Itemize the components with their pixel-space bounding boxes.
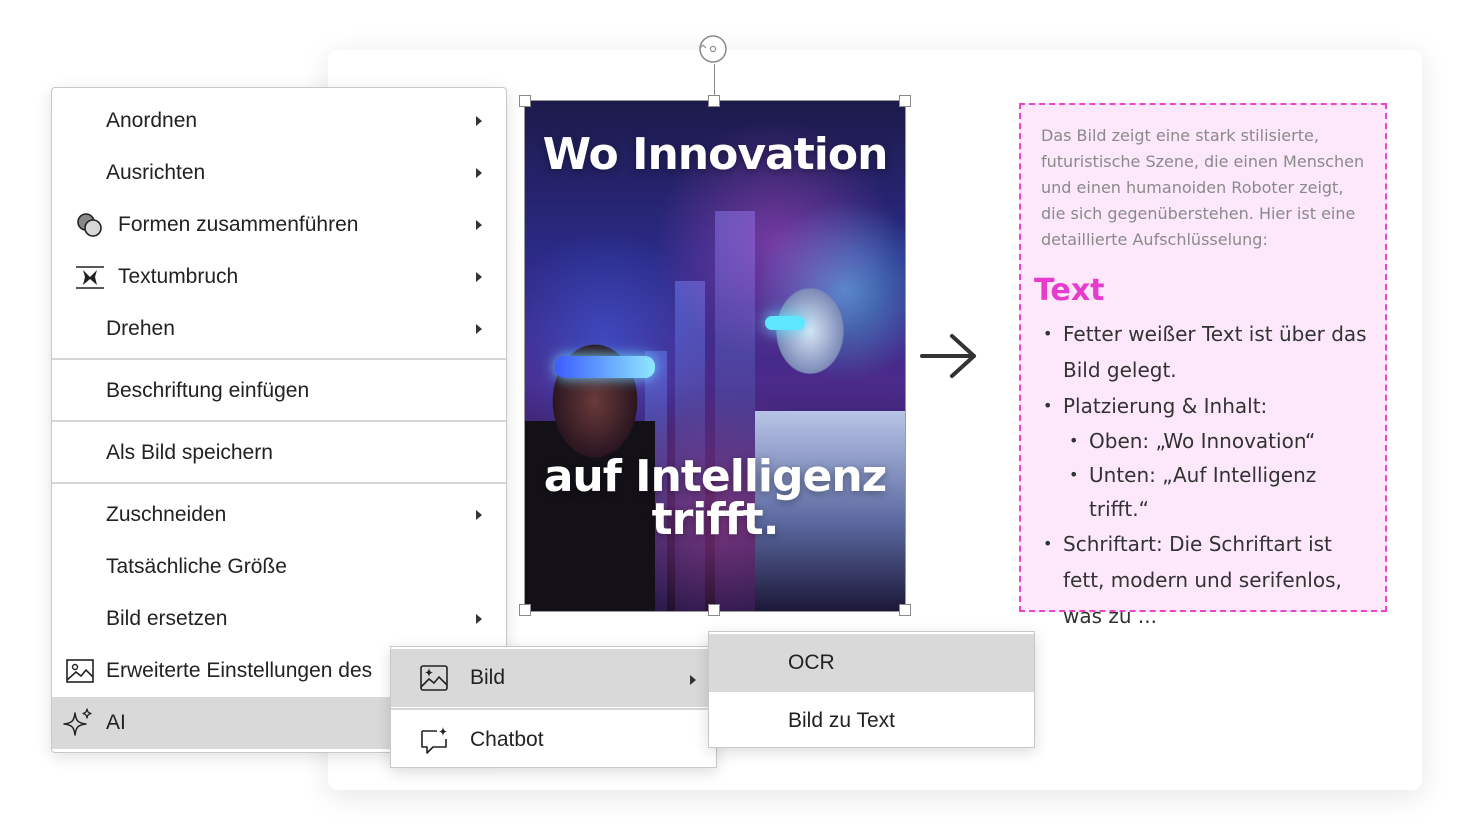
robot-eye	[765, 316, 805, 330]
submenu-item-ocr[interactable]: OCR	[709, 634, 1034, 692]
menu-item-anordnen[interactable]: Anordnen	[52, 95, 506, 147]
menu-item-label: Anordnen	[106, 109, 198, 132]
selected-image[interactable]: Wo Innovation auf Intelligenz trifft.	[524, 100, 906, 612]
menu-item-label: Ausrichten	[106, 161, 206, 184]
bild-submenu: OCR Bild zu Text	[708, 631, 1035, 748]
ai-result-panel: Das Bild zeigt eine stark stilisierte, f…	[1019, 103, 1387, 628]
menu-item-ausrichten[interactable]: Ausrichten	[52, 147, 506, 199]
ai-submenu: Bild Chatbot	[390, 646, 717, 768]
chevron-right-icon	[476, 614, 482, 624]
chevron-right-icon	[476, 324, 482, 334]
menu-item-label: Tatsächliche Größe	[106, 555, 287, 578]
submenu-item-label: Bild zu Text	[788, 709, 895, 732]
menu-item-label: Formen zusammenführen	[118, 213, 359, 236]
result-bullets: Fetter weißer Text ist über das Bild gel…	[1041, 316, 1371, 634]
sparkle-icon	[63, 708, 92, 736]
resize-handle-s[interactable]	[708, 604, 720, 616]
robot-figure	[755, 261, 905, 611]
menu-item-tatsaechliche-groesse[interactable]: Tatsächliche Größe	[52, 541, 506, 593]
menu-item-label: Drehen	[106, 317, 175, 340]
menu-separator	[391, 708, 716, 710]
result-heading: Text	[1034, 273, 1105, 308]
chevron-right-icon	[690, 675, 696, 685]
menu-item-label: Textumbruch	[118, 265, 239, 288]
chevron-right-icon	[476, 220, 482, 230]
poster-bottom-text: auf Intelligenz trifft.	[543, 451, 888, 546]
arrow-right-icon	[920, 334, 976, 378]
menu-item-bild-ersetzen[interactable]: Bild ersetzen	[52, 593, 506, 645]
merge-shapes-icon	[77, 213, 102, 237]
chat-sparkle-icon	[421, 727, 447, 754]
image-sparkle-icon	[420, 665, 448, 691]
submenu-item-bild[interactable]: Bild	[391, 649, 716, 707]
result-description: Das Bild zeigt eine stark stilisierte, f…	[1041, 126, 1365, 249]
resize-handle-sw[interactable]	[519, 604, 531, 616]
menu-separator	[52, 482, 506, 484]
result-sub-bullet: Oben: „Wo Innovation“	[1069, 424, 1371, 458]
menu-item-drehen[interactable]: Drehen	[52, 303, 506, 355]
chevron-right-icon	[476, 510, 482, 520]
resize-handle-ne[interactable]	[899, 95, 911, 107]
text-wrap-icon	[76, 266, 104, 289]
resize-handle-se[interactable]	[899, 604, 911, 616]
menu-separator	[52, 420, 506, 422]
menu-item-label: AI	[106, 711, 126, 734]
chevron-right-icon	[476, 116, 482, 126]
image-icon	[66, 659, 94, 683]
submenu-item-chatbot[interactable]: Chatbot	[391, 711, 716, 769]
result-sub-bullet: Unten: „Auf Intelligenz trifft.“	[1069, 458, 1371, 526]
result-bullet: Schriftart: Die Schriftart ist fett, mod…	[1043, 526, 1371, 634]
menu-item-formen-zusammenfuehren[interactable]: Formen zusammenführen	[52, 199, 506, 251]
submenu-item-bild-zu-text[interactable]: Bild zu Text	[709, 692, 1034, 750]
chevron-right-icon	[476, 168, 482, 178]
menu-item-beschriftung-einfuegen[interactable]: Beschriftung einfügen	[52, 365, 506, 417]
rotate-handle-icon[interactable]	[698, 34, 728, 64]
menu-item-label: Beschriftung einfügen	[106, 379, 310, 402]
menu-item-label: Als Bild speichern	[106, 441, 273, 464]
submenu-item-label: Bild	[470, 666, 506, 689]
menu-item-als-bild-speichern[interactable]: Als Bild speichern	[52, 427, 506, 479]
result-bullet: Fetter weißer Text ist über das Bild gel…	[1043, 316, 1371, 388]
resize-handle-n[interactable]	[708, 95, 720, 107]
visor	[555, 356, 655, 378]
poster-top-text: Wo Innovation	[542, 129, 889, 180]
submenu-item-label: Chatbot	[470, 728, 544, 751]
menu-item-textumbruch[interactable]: Textumbruch	[52, 251, 506, 303]
resize-handle-nw[interactable]	[519, 95, 531, 107]
menu-separator	[52, 358, 506, 360]
submenu-item-label: OCR	[788, 651, 835, 674]
menu-item-zuschneiden[interactable]: Zuschneiden	[52, 489, 506, 541]
menu-item-label: Erweiterte Einstellungen des	[106, 659, 373, 682]
chevron-right-icon	[476, 272, 482, 282]
result-bullet: Platzierung & Inhalt:	[1043, 388, 1371, 424]
menu-item-label: Bild ersetzen	[106, 607, 228, 630]
menu-item-label: Zuschneiden	[106, 503, 227, 526]
